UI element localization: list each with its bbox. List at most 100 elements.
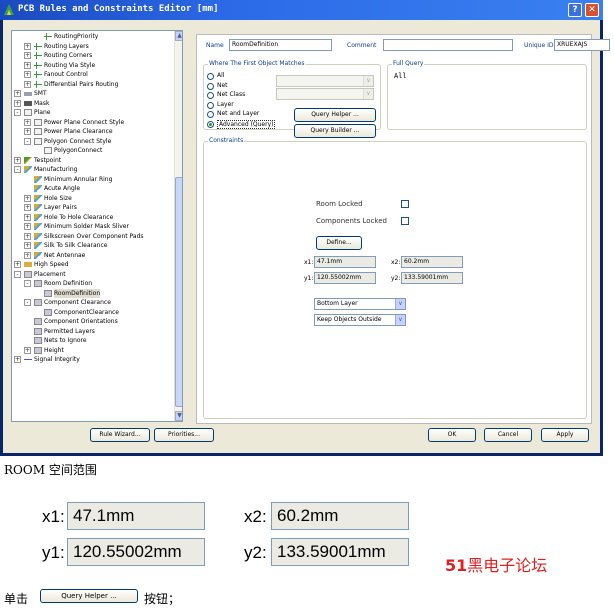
tree-item-label: Layer Pairs: [44, 204, 77, 211]
expand-icon[interactable]: +: [24, 118, 31, 126]
expand-icon[interactable]: +: [24, 71, 31, 78]
radio-button[interactable]: [207, 120, 214, 128]
tree-scrollbar[interactable]: ▲ ▼: [174, 31, 182, 421]
radio-label[interactable]: Net and Layer: [217, 110, 259, 117]
radio-label[interactable]: Advanced (Query): [217, 119, 276, 129]
close-button[interactable]: ✕: [585, 3, 599, 17]
query-helper-button[interactable]: Query Helper ...: [294, 108, 376, 122]
expand-icon[interactable]: +: [24, 194, 31, 202]
room-locked-checkbox[interactable]: [401, 200, 409, 208]
apply-button[interactable]: Apply: [541, 428, 589, 442]
query-builder-button[interactable]: Query Builder ...: [294, 124, 376, 138]
name-label: Name: [206, 42, 224, 49]
components-locked-checkbox[interactable]: [401, 217, 409, 225]
tree-item-label: SMT: [34, 90, 47, 97]
expand-icon[interactable]: +: [24, 242, 31, 249]
tree-item-label: Routing Corners: [44, 52, 93, 59]
collapse-icon[interactable]: -: [14, 166, 21, 173]
comment-field[interactable]: [383, 39, 513, 51]
expand-icon[interactable]: +: [24, 251, 31, 259]
routing-icon: [34, 71, 42, 78]
tree-item-label: Height: [44, 346, 64, 354]
expand-icon[interactable]: +: [24, 213, 31, 221]
keep-objects-combo[interactable]: Keep Objects Outside ∨: [314, 314, 406, 326]
expand-icon[interactable]: +: [14, 156, 21, 164]
define-button[interactable]: Define...: [316, 236, 362, 250]
collapse-icon[interactable]: -: [24, 137, 31, 145]
plane-icon: [24, 109, 32, 116]
expand-icon[interactable]: +: [24, 223, 31, 230]
radio-label[interactable]: Net: [217, 82, 228, 89]
help-button[interactable]: ?: [568, 3, 582, 17]
net-combo[interactable]: ∨: [276, 75, 374, 87]
placement-icon: [34, 318, 42, 325]
y2-field[interactable]: 133.59001mm: [401, 272, 463, 284]
expand-icon[interactable]: +: [24, 42, 31, 50]
tree-item-label: Signal Integrity: [34, 356, 80, 363]
watermark-text: 黑电子论坛: [467, 556, 548, 575]
unique-id-field[interactable]: XRUEXAJS: [554, 39, 610, 51]
title-bar[interactable]: PCB Rules and Constraints Editor [mm] ? …: [0, 0, 603, 20]
zoom-y1-field: 120.55002mm: [67, 538, 205, 566]
layer-combo-value: Bottom Layer: [317, 300, 358, 307]
manufacturing-icon: [34, 213, 42, 221]
expand-icon[interactable]: +: [24, 61, 31, 69]
tree-item-label: Power Plane Connect Style: [44, 118, 125, 126]
placement-icon: [34, 280, 42, 287]
tree-item-label: Component Orientations: [44, 318, 118, 325]
radio-button[interactable]: [207, 111, 214, 118]
full-query-text[interactable]: All: [394, 72, 407, 80]
x1-field[interactable]: 47.1mm: [314, 256, 376, 268]
radio-button[interactable]: [207, 92, 214, 99]
expand-icon[interactable]: +: [24, 232, 31, 240]
scroll-up-icon[interactable]: ▲: [175, 31, 182, 41]
rule-wizard-button[interactable]: Rule Wizard...: [90, 428, 150, 442]
expand-icon[interactable]: +: [14, 356, 21, 363]
tree-item-label: Component Clearance: [44, 299, 111, 306]
name-field[interactable]: RoomDefinition: [229, 39, 332, 51]
cancel-button[interactable]: Cancel: [484, 428, 532, 442]
radio-button[interactable]: [207, 73, 214, 80]
rule-detail-pane: Name RoomDefinition Comment Unique ID XR…: [196, 34, 610, 424]
collapse-icon[interactable]: -: [24, 280, 31, 287]
mask-icon: [24, 100, 32, 106]
radio-label[interactable]: All: [217, 72, 224, 79]
expand-icon[interactable]: +: [14, 99, 21, 107]
plane-icon: [34, 118, 42, 126]
y1-field[interactable]: 120.55002mm: [314, 272, 376, 284]
comment-label: Comment: [347, 42, 377, 49]
collapse-icon[interactable]: -: [24, 299, 31, 306]
watermark-number: 51: [445, 556, 468, 575]
manufacturing-icon: [34, 251, 42, 259]
expand-icon[interactable]: +: [24, 52, 31, 59]
expand-icon[interactable]: +: [24, 80, 31, 88]
layer-combo[interactable]: Bottom Layer ∨: [314, 298, 406, 310]
placement-icon: [34, 337, 42, 344]
placement-icon: [34, 346, 42, 354]
y1-label: y1:: [304, 275, 314, 282]
net-class-combo[interactable]: ∨: [276, 88, 374, 100]
chevron-down-icon[interactable]: ∨: [395, 315, 405, 325]
radio-label[interactable]: Layer: [217, 101, 234, 108]
x2-field[interactable]: 60.2mm: [401, 256, 463, 268]
expand-icon[interactable]: +: [14, 90, 21, 97]
y2-label: y2:: [391, 275, 401, 282]
ok-button[interactable]: OK: [428, 428, 476, 442]
radio-button[interactable]: [207, 101, 214, 109]
radio-label[interactable]: Net Class: [217, 91, 245, 98]
collapse-icon[interactable]: -: [14, 270, 21, 278]
expand-icon[interactable]: +: [24, 128, 31, 135]
rule-tree[interactable]: RoutingPriority + Routing Layers + Routing C…: [11, 30, 183, 422]
chevron-down-icon[interactable]: ∨: [395, 299, 405, 309]
expand-icon[interactable]: +: [24, 346, 31, 354]
query-helper-inline-button: Query Helper ...: [40, 589, 138, 603]
tree-item-label: Nets to Ignore: [44, 337, 87, 344]
expand-icon[interactable]: +: [24, 204, 31, 211]
scroll-down-icon[interactable]: ▼: [175, 411, 182, 421]
radio-button[interactable]: [207, 82, 214, 90]
priorities-button[interactable]: Priorities...: [154, 428, 214, 442]
x1-label: x1:: [304, 259, 314, 266]
expand-icon[interactable]: +: [14, 261, 21, 268]
scroll-thumb[interactable]: [175, 177, 182, 407]
collapse-icon[interactable]: -: [14, 109, 21, 116]
